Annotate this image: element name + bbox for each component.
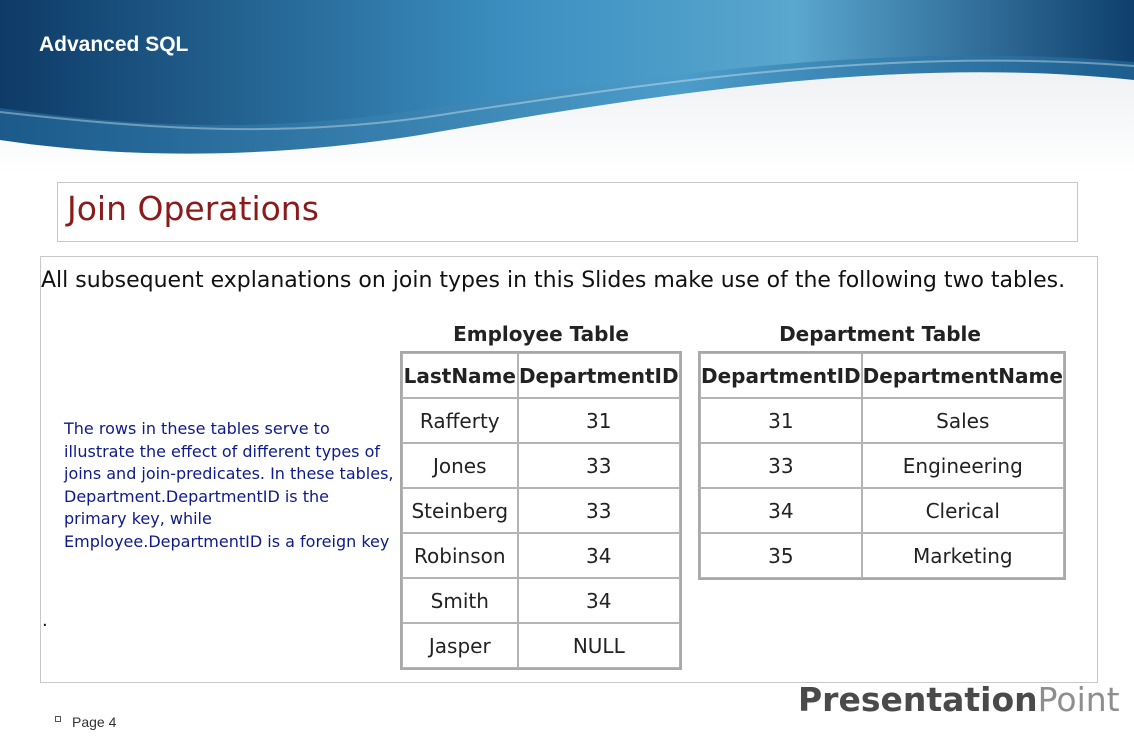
table-cell: Smith [402, 578, 518, 623]
tables-area: Employee Table LastName DepartmentID Raff… [398, 322, 1070, 676]
table-cell: 33 [700, 443, 862, 488]
table-cell: 35 [700, 533, 862, 578]
table-cell: Engineering [861, 443, 1064, 488]
page-number: Page 4 [72, 714, 117, 730]
employee-table: LastName DepartmentID Rafferty 31 Jones 33 St… [400, 351, 682, 670]
brand-logo-part1: Presentation [798, 680, 1038, 719]
table-cell: Sales [861, 398, 1064, 443]
brand-logo-part2: Point [1037, 680, 1120, 719]
table-row: 31 Sales [700, 398, 1064, 443]
table-cell: 31 [517, 398, 680, 443]
table-cell: Clerical [861, 488, 1064, 533]
side-note: The rows in these tables serve to illust… [64, 419, 394, 551]
brand-logo: PresentationPoint [798, 680, 1120, 719]
slide-title: Join Operations [67, 189, 319, 228]
table-cell: Jasper [402, 623, 518, 668]
employee-table-caption: Employee Table [453, 322, 629, 346]
department-table: DepartmentID DepartmentName 31 Sales 33 Engi… [698, 351, 1066, 580]
header-banner [0, 0, 1134, 175]
table-row: 34 Clerical [700, 488, 1064, 533]
table-cell: 34 [700, 488, 862, 533]
dept-header-0: DepartmentID [700, 353, 862, 398]
table-row: Robinson 34 [402, 533, 680, 578]
table-cell: Rafferty [402, 398, 518, 443]
emp-header-1: DepartmentID [517, 353, 680, 398]
department-table-caption: Department Table [779, 322, 981, 346]
table-row: Rafferty 31 [402, 398, 680, 443]
table-cell: 34 [517, 533, 680, 578]
table-row: Jones 33 [402, 443, 680, 488]
table-cell: NULL [517, 623, 680, 668]
table-cell: 33 [517, 443, 680, 488]
table-cell: 33 [517, 488, 680, 533]
header-title: Advanced SQL [39, 33, 189, 56]
table-row: 33 Engineering [700, 443, 1064, 488]
table-row: Smith 34 [402, 578, 680, 623]
table-cell: Robinson [402, 533, 518, 578]
table-cell: 31 [700, 398, 862, 443]
table-row: Jasper NULL [402, 623, 680, 668]
dept-header-1: DepartmentName [861, 353, 1064, 398]
table-cell: 34 [517, 578, 680, 623]
table-row: Steinberg 33 [402, 488, 680, 533]
footer-bullet-icon [55, 716, 61, 722]
intro-text: All subsequent explanations on join type… [41, 268, 1066, 293]
slide-title-box: Join Operations [57, 182, 1078, 242]
emp-header-0: LastName [402, 353, 518, 398]
stray-mark: . [42, 610, 48, 631]
table-cell: Jones [402, 443, 518, 488]
table-cell: Marketing [861, 533, 1064, 578]
table-row: 35 Marketing [700, 533, 1064, 578]
table-cell: Steinberg [402, 488, 518, 533]
